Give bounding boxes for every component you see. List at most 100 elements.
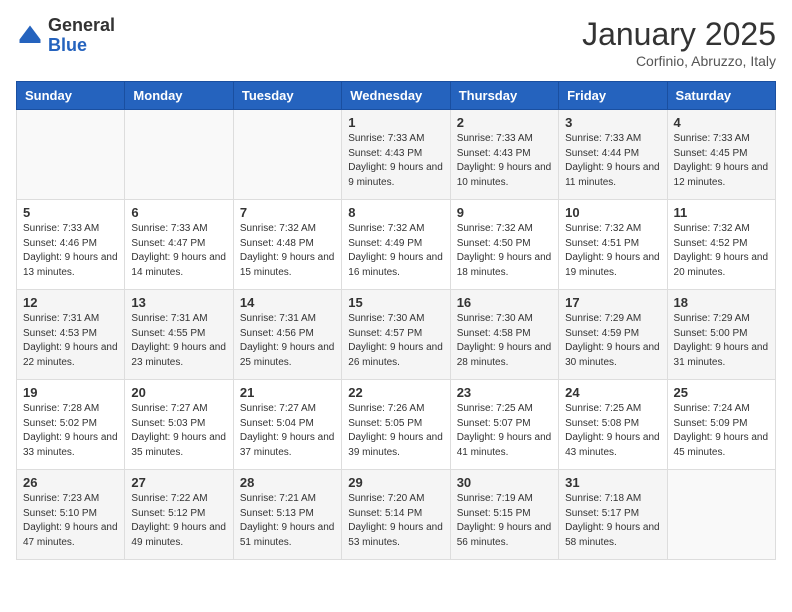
day-info: Sunrise: 7:21 AM Sunset: 5:13 PM Dayligh…: [240, 492, 335, 550]
calendar-cell: 13 Sunrise: 7:31 AM Sunset: 4:55 PM Dayli…: [125, 290, 233, 380]
calendar-cell: 30Sunrise: 7:19 AM Sunset: 5:15 PM Dayli…: [450, 470, 558, 560]
day-info: Sunrise: 7:33 AM Sunset: 4:43 PM Dayligh…: [457, 132, 552, 190]
calendar-cell: 23Sunrise: 7:25 AM Sunset: 5:07 PM Dayli…: [450, 380, 558, 470]
calendar-cell: 3Sunrise: 7:33 AM Sunset: 4:44 PM Daylig…: [559, 110, 667, 200]
title-block: January 2025 Corfinio, Abruzzo, Italy: [582, 16, 776, 69]
calendar-cell: 17Sunrise: 7:29 AM Sunset: 4:59 PM Dayli…: [559, 290, 667, 380]
day-number: 6: [131, 205, 226, 220]
calendar-week-row: 5 Sunrise: 7:33 AM Sunset: 4:46 PM Daylig…: [17, 200, 776, 290]
day-info: Sunrise: 7:26 AM Sunset: 5:05 PM Dayligh…: [348, 402, 443, 460]
calendar-week-row: 19Sunrise: 7:28 AM Sunset: 5:02 PM Dayli…: [17, 380, 776, 470]
weekday-header: Saturday: [667, 82, 775, 110]
day-number: 3: [565, 115, 660, 130]
calendar-cell: 16 Sunrise: 7:30 AM Sunset: 4:58 PM Dayli…: [450, 290, 558, 380]
day-number: 27: [131, 475, 226, 490]
calendar-cell: 4 Sunrise: 7:33 AM Sunset: 4:45 PM Daylig…: [667, 110, 775, 200]
calendar-cell: 6 Sunrise: 7:33 AM Sunset: 4:47 PM Daylig…: [125, 200, 233, 290]
day-number: 8: [348, 205, 443, 220]
calendar-cell: 11 Sunrise: 7:32 AM Sunset: 4:52 PM Dayli…: [667, 200, 775, 290]
day-info: Sunrise: 7:32 AM Sunset: 4:48 PM Dayligh…: [240, 222, 335, 280]
day-info: Sunrise: 7:25 AM Sunset: 5:08 PM Dayligh…: [565, 402, 660, 460]
calendar-cell: 14 Sunrise: 7:31 AM Sunset: 4:56 PM Dayli…: [233, 290, 341, 380]
calendar-header: SundayMondayTuesdayWednesdayThursdayFrid…: [17, 82, 776, 110]
calendar-cell: 27Sunrise: 7:22 AM Sunset: 5:12 PM Dayli…: [125, 470, 233, 560]
day-number: 29: [348, 475, 443, 490]
calendar-cell: [125, 110, 233, 200]
logo-icon: [16, 22, 44, 50]
day-info: Sunrise: 7:30 AM Sunset: 4:58 PM Dayligh…: [457, 312, 552, 370]
day-info: Sunrise: 7:31 AM Sunset: 4:56 PM Dayligh…: [240, 312, 335, 370]
calendar-cell: 8 Sunrise: 7:32 AM Sunset: 4:49 PM Daylig…: [342, 200, 450, 290]
day-number: 13: [131, 295, 226, 310]
day-info: Sunrise: 7:29 AM Sunset: 5:00 PM Dayligh…: [674, 312, 769, 370]
calendar-cell: 1 Sunrise: 7:33 AM Sunset: 4:43 PM Daylig…: [342, 110, 450, 200]
day-info: Sunrise: 7:33 AM Sunset: 4:47 PM Dayligh…: [131, 222, 226, 280]
day-number: 14: [240, 295, 335, 310]
day-number: 20: [131, 385, 226, 400]
location-subtitle: Corfinio, Abruzzo, Italy: [582, 53, 776, 69]
day-number: 10: [565, 205, 660, 220]
day-number: 7: [240, 205, 335, 220]
calendar-cell: 7 Sunrise: 7:32 AM Sunset: 4:48 PM Daylig…: [233, 200, 341, 290]
day-number: 24: [565, 385, 660, 400]
day-number: 9: [457, 205, 552, 220]
calendar-cell: [233, 110, 341, 200]
day-info: Sunrise: 7:18 AM Sunset: 5:17 PM Dayligh…: [565, 492, 660, 550]
calendar-cell: 9 Sunrise: 7:32 AM Sunset: 4:50 PM Daylig…: [450, 200, 558, 290]
calendar-cell: 31Sunrise: 7:18 AM Sunset: 5:17 PM Dayli…: [559, 470, 667, 560]
day-info: Sunrise: 7:33 AM Sunset: 4:43 PM Dayligh…: [348, 132, 443, 190]
day-info: Sunrise: 7:27 AM Sunset: 5:03 PM Dayligh…: [131, 402, 226, 460]
day-number: 11: [674, 205, 769, 220]
day-number: 25: [674, 385, 769, 400]
calendar-cell: 29Sunrise: 7:20 AM Sunset: 5:14 PM Dayli…: [342, 470, 450, 560]
calendar-cell: 24 Sunrise: 7:25 AM Sunset: 5:08 PM Dayli…: [559, 380, 667, 470]
calendar-cell: 12Sunrise: 7:31 AM Sunset: 4:53 PM Dayli…: [17, 290, 125, 380]
weekday-header: Friday: [559, 82, 667, 110]
calendar-cell: 22 Sunrise: 7:26 AM Sunset: 5:05 PM Dayli…: [342, 380, 450, 470]
calendar-cell: 25 Sunrise: 7:24 AM Sunset: 5:09 PM Dayli…: [667, 380, 775, 470]
day-number: 26: [23, 475, 118, 490]
day-number: 2: [457, 115, 552, 130]
day-info: Sunrise: 7:31 AM Sunset: 4:55 PM Dayligh…: [131, 312, 226, 370]
day-info: Sunrise: 7:27 AM Sunset: 5:04 PM Dayligh…: [240, 402, 335, 460]
weekday-header: Sunday: [17, 82, 125, 110]
calendar-body: 1 Sunrise: 7:33 AM Sunset: 4:43 PM Daylig…: [17, 110, 776, 560]
calendar-week-row: 26Sunrise: 7:23 AM Sunset: 5:10 PM Dayli…: [17, 470, 776, 560]
calendar-cell: 28 Sunrise: 7:21 AM Sunset: 5:13 PM Dayli…: [233, 470, 341, 560]
day-info: Sunrise: 7:32 AM Sunset: 4:51 PM Dayligh…: [565, 222, 660, 280]
day-number: 16: [457, 295, 552, 310]
day-info: Sunrise: 7:33 AM Sunset: 4:45 PM Dayligh…: [674, 132, 769, 190]
day-number: 28: [240, 475, 335, 490]
page-header: General Blue January 2025 Corfinio, Abru…: [16, 16, 776, 69]
calendar-cell: 19Sunrise: 7:28 AM Sunset: 5:02 PM Dayli…: [17, 380, 125, 470]
day-number: 19: [23, 385, 118, 400]
day-info: Sunrise: 7:19 AM Sunset: 5:15 PM Dayligh…: [457, 492, 552, 550]
day-info: Sunrise: 7:32 AM Sunset: 4:49 PM Dayligh…: [348, 222, 443, 280]
day-number: 1: [348, 115, 443, 130]
calendar-cell: [17, 110, 125, 200]
logo-blue-text: Blue: [48, 35, 87, 55]
day-number: 4: [674, 115, 769, 130]
calendar-cell: 18 Sunrise: 7:29 AM Sunset: 5:00 PM Dayli…: [667, 290, 775, 380]
calendar-cell: 21Sunrise: 7:27 AM Sunset: 5:04 PM Dayli…: [233, 380, 341, 470]
weekday-header: Wednesday: [342, 82, 450, 110]
calendar-cell: 20 Sunrise: 7:27 AM Sunset: 5:03 PM Dayli…: [125, 380, 233, 470]
day-info: Sunrise: 7:32 AM Sunset: 4:50 PM Dayligh…: [457, 222, 552, 280]
day-info: Sunrise: 7:32 AM Sunset: 4:52 PM Dayligh…: [674, 222, 769, 280]
day-info: Sunrise: 7:24 AM Sunset: 5:09 PM Dayligh…: [674, 402, 769, 460]
calendar-cell: 26Sunrise: 7:23 AM Sunset: 5:10 PM Dayli…: [17, 470, 125, 560]
calendar-cell: 15Sunrise: 7:30 AM Sunset: 4:57 PM Dayli…: [342, 290, 450, 380]
calendar-cell: 5 Sunrise: 7:33 AM Sunset: 4:46 PM Daylig…: [17, 200, 125, 290]
day-info: Sunrise: 7:31 AM Sunset: 4:53 PM Dayligh…: [23, 312, 118, 370]
day-info: Sunrise: 7:25 AM Sunset: 5:07 PM Dayligh…: [457, 402, 552, 460]
calendar-week-row: 12Sunrise: 7:31 AM Sunset: 4:53 PM Dayli…: [17, 290, 776, 380]
day-info: Sunrise: 7:33 AM Sunset: 4:46 PM Dayligh…: [23, 222, 118, 280]
weekday-header: Monday: [125, 82, 233, 110]
day-number: 18: [674, 295, 769, 310]
day-number: 5: [23, 205, 118, 220]
day-number: 15: [348, 295, 443, 310]
calendar-cell: [667, 470, 775, 560]
weekday-header: Thursday: [450, 82, 558, 110]
calendar-cell: 10 Sunrise: 7:32 AM Sunset: 4:51 PM Dayli…: [559, 200, 667, 290]
day-number: 22: [348, 385, 443, 400]
